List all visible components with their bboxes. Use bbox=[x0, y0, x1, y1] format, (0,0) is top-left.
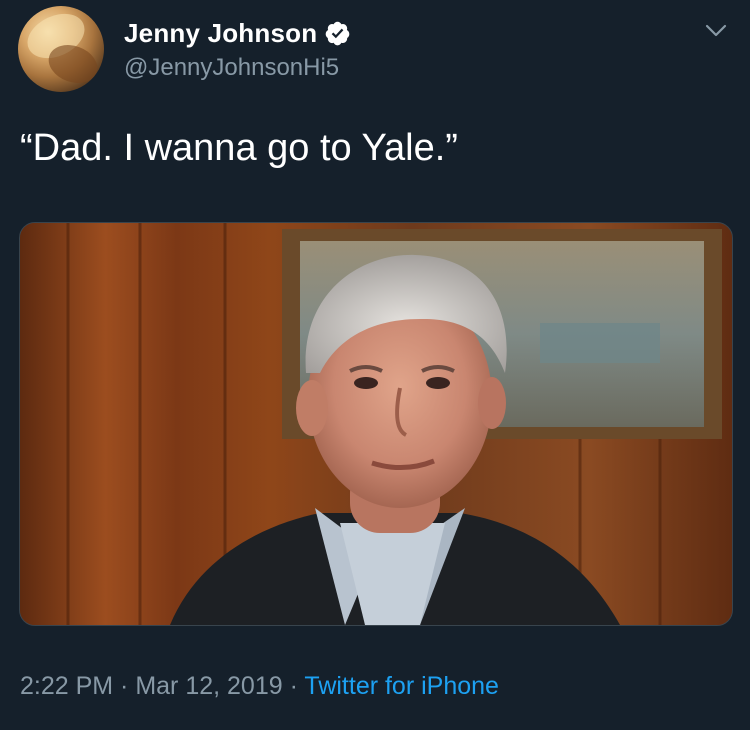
author-name-row[interactable]: Jenny Johnson bbox=[124, 16, 351, 50]
tweet-source-link[interactable]: Twitter for iPhone bbox=[304, 672, 499, 700]
author-avatar[interactable] bbox=[18, 6, 104, 92]
tweet-text: “Dad. I wanna go to Yale.” bbox=[20, 127, 458, 169]
chevron-down-icon[interactable] bbox=[702, 20, 730, 42]
tweet-card: Jenny Johnson @JennyJohnsonHi5 “Dad. I w… bbox=[0, 0, 750, 730]
media-photo-illustration bbox=[20, 223, 732, 625]
author-display-name[interactable]: Jenny Johnson bbox=[124, 18, 317, 49]
tweet-date[interactable]: Mar 12, 2019 bbox=[135, 672, 282, 700]
tweet-media-photo[interactable] bbox=[19, 222, 733, 626]
meta-separator: · bbox=[113, 672, 136, 700]
verified-badge-icon bbox=[325, 21, 350, 45]
tweet-time[interactable]: 2:22 PM bbox=[20, 672, 113, 700]
meta-separator: · bbox=[282, 672, 305, 700]
author-handle[interactable]: @JennyJohnsonHi5 bbox=[124, 54, 339, 82]
tweet-meta: 2:22 PM · Mar 12, 2019 · Twitter for iPh… bbox=[20, 672, 499, 701]
